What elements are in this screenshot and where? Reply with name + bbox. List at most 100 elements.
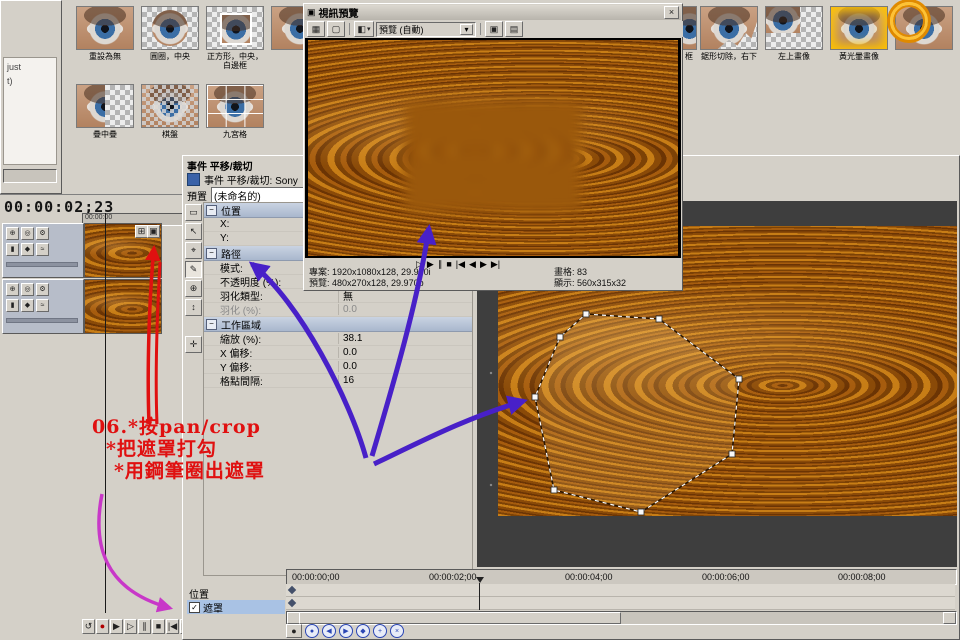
preset-field-label: 預置 [187, 188, 207, 203]
toolbar-separator [480, 23, 481, 35]
stretch-tool[interactable]: ↕ [185, 299, 202, 316]
track-header-1[interactable]: ⊕ ◎ ⚙ ▮ ◆ ≈ [2, 223, 84, 278]
move-tool[interactable]: ✛ [185, 336, 202, 353]
track-header-2[interactable]: ⊕ ◎ ⚙ ▮ ◆ ≈ [2, 279, 84, 334]
track-fader[interactable] [6, 262, 78, 267]
preset-cell-pip[interactable]: 疊中疊 [74, 82, 136, 158]
track-level-button[interactable]: ▮ [6, 299, 19, 312]
collapse-icon[interactable]: − [206, 205, 217, 216]
sync-cursor-button[interactable]: ● [305, 624, 319, 638]
panel-scrollbar[interactable] [3, 169, 57, 183]
add-keyframe-button[interactable]: + [373, 624, 387, 638]
prop-row-xoffset[interactable]: X 偏移:0.0 [204, 346, 472, 360]
pen-mask-tool[interactable]: ✎ [185, 261, 202, 278]
external-monitor-icon[interactable]: ▢ [327, 21, 345, 37]
scroll-right-icon[interactable] [943, 612, 956, 624]
track-automation-button[interactable]: ◆ [21, 299, 34, 312]
event-pan-crop-button[interactable]: ▣ [147, 225, 160, 238]
go-to-start-button[interactable]: |◀ [166, 619, 179, 634]
close-icon[interactable]: × [664, 6, 679, 19]
record-button[interactable]: ● [96, 619, 109, 634]
preview-titlebar[interactable]: ▣ 視訊預覽 × [305, 5, 681, 20]
delete-keyframe-button[interactable]: × [390, 624, 404, 638]
save-snapshot-icon[interactable]: ▤ [505, 21, 523, 37]
preset-cell-topleft-picture[interactable]: 左上畫像 [763, 4, 825, 80]
prop-row-zoom[interactable]: 縮放 (%):38.1 [204, 332, 472, 346]
keyframe-diamond[interactable] [288, 586, 296, 594]
section-label: 路徑 [221, 246, 241, 261]
insert-keyframe-button[interactable]: ◆ [356, 624, 370, 638]
preview-title: 視訊預覽 [319, 5, 661, 20]
track-solo-button[interactable]: ◎ [21, 283, 34, 296]
chevron-down-icon: ▾ [367, 26, 371, 33]
next-frame-icon[interactable]: ▶ [480, 259, 487, 270]
snap-tool[interactable]: ⌖ [185, 242, 202, 259]
preset-cell-ninegrid[interactable]: 九宮格 [204, 82, 266, 158]
track-fx-button[interactable]: ⚙ [36, 227, 49, 240]
preset-cell-circle-center[interactable]: 圓圈，中央 [139, 4, 201, 80]
scrollbar-thumb[interactable] [299, 612, 621, 624]
zoom-tool[interactable]: ⊕ [185, 280, 202, 297]
play-button[interactable]: ▷ [124, 619, 137, 634]
keyframe-row-position[interactable] [286, 584, 955, 597]
mask-checkbox[interactable]: ✓ [189, 602, 200, 613]
go-to-end-icon[interactable]: ▶| [491, 259, 500, 270]
frame-counter: 畫格: 83 [554, 267, 626, 278]
keyframe-track-mask-row[interactable]: ✓ 遮罩 [187, 600, 285, 614]
preset-cell-square-center[interactable]: 正方形，中央，白邊框 [204, 4, 266, 80]
preview-quality-value: 預覽 (自動) [379, 23, 424, 36]
normal-edit-tool[interactable]: ↖ [185, 223, 202, 240]
timeline-clip-1[interactable]: ⊞ ▣ [84, 223, 162, 278]
track-automation-button[interactable]: ◆ [21, 243, 34, 256]
copy-frame-icon[interactable]: ▣ [485, 21, 503, 37]
go-to-start-icon[interactable]: |◀ [456, 259, 465, 270]
edit-cursor[interactable] [105, 213, 106, 613]
stop-button[interactable]: ■ [152, 619, 165, 634]
track-more-button[interactable]: ≈ [36, 299, 49, 312]
keyframe-cursor-line[interactable] [479, 583, 480, 610]
collapse-icon[interactable]: − [206, 248, 217, 259]
keyframe-scrollbar[interactable] [286, 611, 957, 625]
prop-row-feather-type[interactable]: 羽化類型:無 [204, 289, 472, 303]
timeline-cursor-head[interactable] [476, 577, 484, 583]
track-mute-button[interactable]: ⊕ [6, 227, 19, 240]
pause-button[interactable]: ∥ [138, 619, 151, 634]
prop-row-feather-pct[interactable]: 羽化 (%):0.0 [204, 303, 472, 317]
keyframe-ruler[interactable]: 00:00:00;00 00:00:02;00 00:00:04;00 00:0… [286, 569, 957, 585]
preset-cell-reset[interactable]: 重設為無 [74, 4, 136, 80]
show-properties-tool[interactable]: ▭ [185, 204, 202, 221]
loop-playback-button[interactable]: ↺ [82, 619, 95, 634]
track-fx-button[interactable]: ⚙ [36, 283, 49, 296]
preset-cell-partial[interactable]: 框 [681, 4, 697, 80]
quality-dropdown-icon[interactable]: ◧ ▾ [354, 21, 374, 37]
overlay-grid-icon[interactable]: ▦ [307, 21, 325, 37]
track-solo-button[interactable]: ◎ [21, 227, 34, 240]
keyframe-row-mask[interactable] [286, 597, 955, 610]
track-level-button[interactable]: ▮ [6, 243, 19, 256]
prev-keyframe-button[interactable]: ◀ [322, 624, 336, 638]
section-workarea[interactable]: −工作區域 [204, 317, 472, 332]
pause-icon[interactable]: ∥ [438, 259, 443, 270]
preset-cell-yellow-glow[interactable]: 黃光暈畫像 [828, 4, 890, 80]
prev-frame-icon[interactable]: ◀ [469, 259, 476, 270]
play-from-start-button[interactable]: ▶ [110, 619, 123, 634]
preview-quality-combobox[interactable]: 預覽 (自動) ▾ [376, 22, 476, 37]
prop-row-gridspacing[interactable]: 格點間隔:16 [204, 374, 472, 388]
preset-cell-checkerboard[interactable]: 棋盤 [139, 82, 201, 158]
chevron-down-icon[interactable]: ▾ [460, 24, 473, 35]
timeline-clip-2[interactable] [84, 279, 162, 334]
stop-icon[interactable]: ■ [446, 259, 451, 270]
collapse-icon[interactable]: − [206, 319, 217, 330]
track-more-button[interactable]: ≈ [36, 243, 49, 256]
track-mute-button[interactable]: ⊕ [6, 283, 19, 296]
preset-cell-jagged-cut[interactable]: 鋸形切除，右下 [698, 4, 760, 80]
circle-crop [152, 10, 188, 46]
pan-crop-header: 事件 平移/裁切: Sony [187, 172, 298, 187]
track-fader[interactable] [6, 318, 78, 323]
first-keyframe-button[interactable]: ● [286, 624, 302, 638]
prop-row-yoffset[interactable]: Y 偏移:0.0 [204, 360, 472, 374]
next-keyframe-button[interactable]: ▶ [339, 624, 353, 638]
preview-video-area[interactable] [305, 38, 681, 258]
note-line-2: *把遮罩打勾 [106, 438, 265, 460]
keyframe-diamond[interactable] [288, 599, 296, 607]
